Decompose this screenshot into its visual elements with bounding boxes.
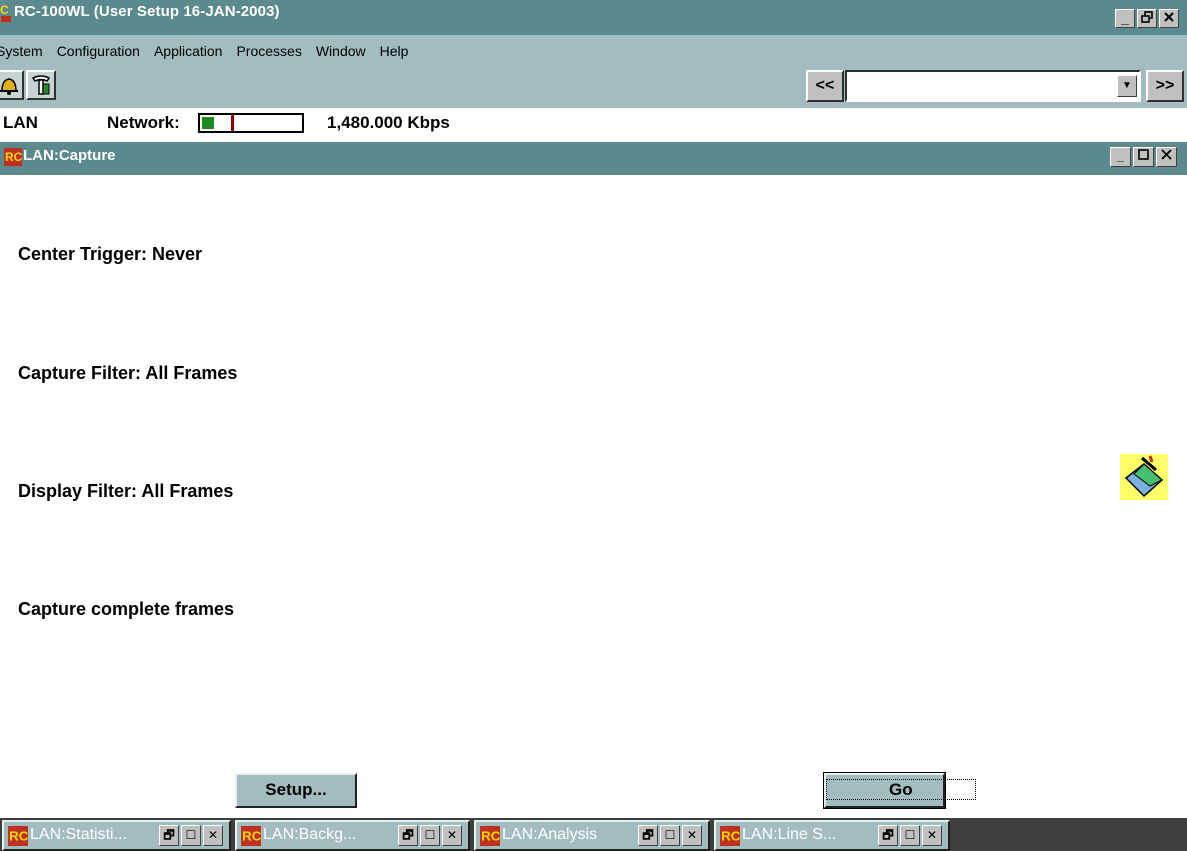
maximize-icon (1138, 149, 1149, 160)
go-button-label: Go (826, 779, 976, 800)
task-restore-button[interactable]: 🗗 (638, 825, 658, 846)
capture-panel: Center Trigger: Never Capture Filter: Al… (0, 175, 1187, 818)
tools-icon (31, 75, 51, 95)
child-maximize-button[interactable] (1133, 147, 1154, 167)
tools-button[interactable] (26, 70, 56, 100)
bell-icon (0, 78, 18, 95)
task-maximize-button[interactable]: ☐ (181, 825, 201, 846)
bell-button[interactable] (0, 70, 24, 100)
task-close-button[interactable]: ✕ (442, 825, 462, 846)
task-close-button[interactable]: ✕ (922, 825, 942, 846)
interface-label: LAN (3, 113, 38, 132)
svg-text:RC: RC (5, 150, 22, 164)
menu-help[interactable]: Help (380, 43, 409, 59)
child-window-controls: _ (1110, 147, 1177, 167)
task-label: LAN:Analysis (502, 826, 598, 843)
task-label: LAN:Line S... (742, 826, 837, 843)
child-window-title-bar: RC LAN:Capture _ (0, 142, 1187, 175)
close-button[interactable] (1159, 9, 1179, 28)
task-close-button[interactable]: ✕ (203, 825, 223, 846)
svg-text:RC: RC (242, 828, 261, 843)
task-lan-line-status[interactable]: RC LAN:Line S... 🗗 ☐ ✕ (714, 820, 950, 851)
task-lan-statistics[interactable]: RC LAN:Statisti... 🗗 ☐ ✕ (2, 820, 231, 851)
rc-app-icon: RC (8, 826, 28, 846)
network-rate: 1,480.000 Kbps (327, 113, 450, 132)
network-label: Network: (107, 113, 180, 132)
setup-button[interactable]: Setup... (235, 773, 357, 808)
prev-button[interactable]: << (806, 70, 844, 102)
task-restore-button[interactable]: 🗗 (878, 825, 898, 846)
chevron-down-icon[interactable]: ▼ (1117, 75, 1137, 97)
menu-application[interactable]: Application (154, 43, 223, 59)
task-maximize-button[interactable]: ☐ (900, 825, 920, 846)
restore-icon (1141, 11, 1153, 23)
rc-app-icon: RC (4, 148, 22, 166)
app-title: RC-100WL (User Setup 16-JAN-2003) (14, 3, 280, 20)
clipboard-paste-icon[interactable] (1120, 454, 1168, 500)
task-restore-button[interactable]: 🗗 (398, 825, 418, 846)
menu-configuration[interactable]: Configuration (57, 43, 140, 59)
task-maximize-button[interactable]: ☐ (420, 825, 440, 846)
toolbar: << ▼ >> (0, 66, 1187, 108)
task-controls: 🗗 ☐ ✕ (878, 825, 942, 846)
restore-button[interactable] (1137, 9, 1157, 28)
capture-filter-text: Capture Filter: All Frames (18, 363, 238, 383)
task-restore-button[interactable]: 🗗 (159, 825, 179, 846)
center-trigger-text: Center Trigger: Never (18, 244, 203, 264)
window-controls: _ (1115, 9, 1179, 28)
network-utilization-bar (198, 113, 304, 133)
svg-text:RC: RC (9, 828, 28, 843)
task-controls: 🗗 ☐ ✕ (638, 825, 702, 846)
task-label: LAN:Backg... (263, 826, 357, 843)
rc-app-icon: RC (720, 826, 740, 846)
task-controls: 🗗 ☐ ✕ (398, 825, 462, 846)
menu-processes[interactable]: Processes (236, 43, 301, 59)
svg-text:C: C (0, 3, 9, 17)
close-icon (1164, 12, 1174, 22)
svg-text:RC: RC (721, 828, 740, 843)
network-peak-marker (231, 115, 234, 131)
rc-app-icon: RC (480, 826, 500, 846)
task-controls: 🗗 ☐ ✕ (159, 825, 223, 846)
child-close-button[interactable] (1156, 147, 1177, 167)
minimize-button[interactable]: _ (1115, 9, 1135, 28)
child-minimize-button[interactable]: _ (1110, 147, 1131, 167)
task-lan-background[interactable]: RC LAN:Backg... 🗗 ☐ ✕ (235, 820, 470, 851)
minimized-windows-bar: RC LAN:Statisti... 🗗 ☐ ✕ RC LAN:Backg...… (0, 818, 1187, 851)
child-window-title: LAN:Capture (23, 147, 116, 164)
network-utilization-fill (202, 117, 214, 129)
app-title-bar: C RC-100WL (User Setup 16-JAN-2003) _ (0, 0, 1187, 35)
menu-system[interactable]: System (0, 43, 43, 59)
task-lan-analysis[interactable]: RC LAN:Analysis 🗗 ☐ ✕ (474, 820, 710, 851)
task-close-button[interactable]: ✕ (682, 825, 702, 846)
menu-bar: System Configuration Application Process… (0, 35, 1187, 66)
window-select[interactable]: ▼ (845, 70, 1141, 102)
svg-text:RC: RC (481, 828, 500, 843)
network-status-line: LAN Network: 1,480.000 Kbps (0, 108, 1187, 142)
go-button[interactable]: Go (823, 772, 976, 809)
task-label: LAN:Statisti... (30, 826, 127, 843)
close-icon (1161, 149, 1172, 160)
rc-app-icon: RC (241, 826, 261, 846)
menu-window[interactable]: Window (316, 43, 366, 59)
app-icon: C (0, 3, 11, 22)
display-filter-text: Display Filter: All Frames (18, 481, 234, 501)
frames-mode-text: Capture complete frames (18, 599, 235, 619)
next-button[interactable]: >> (1146, 70, 1184, 102)
task-maximize-button[interactable]: ☐ (660, 825, 680, 846)
